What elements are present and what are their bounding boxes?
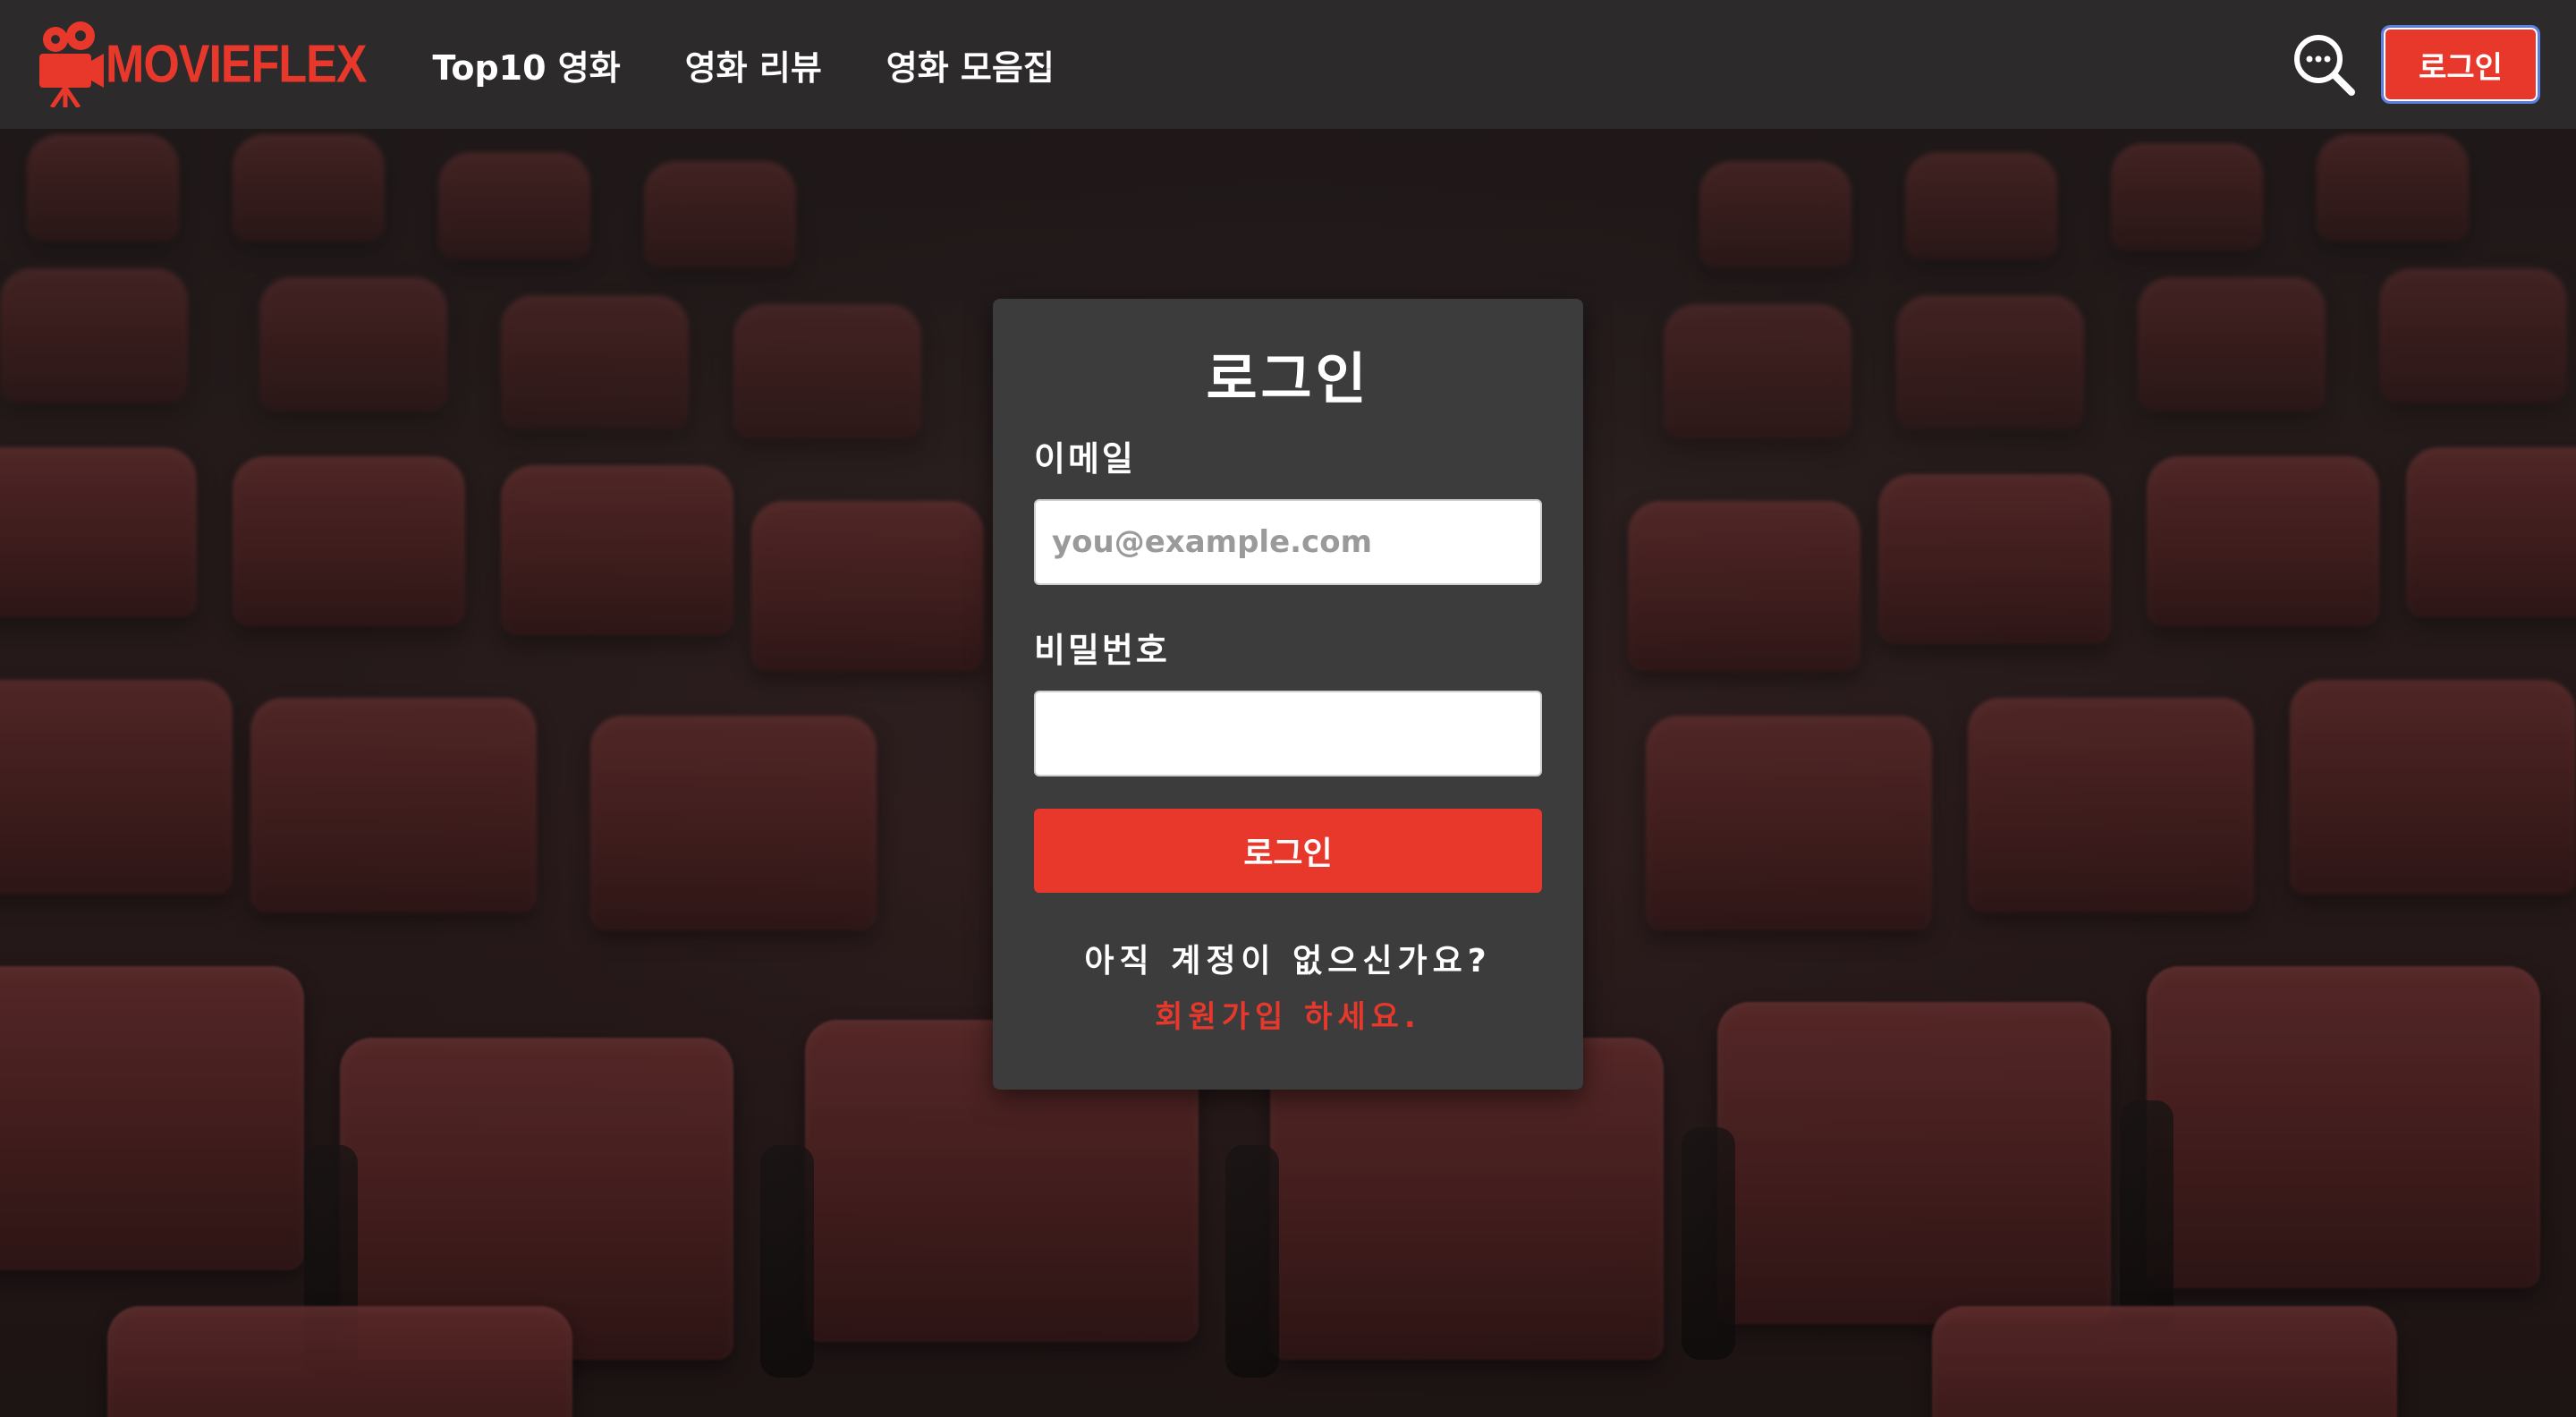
- search-icon: [2294, 35, 2355, 96]
- password-label: 비밀번호: [1034, 631, 1170, 670]
- nav-link-reviews[interactable]: 영화 리뷰: [685, 40, 822, 89]
- search-button[interactable]: [2288, 29, 2360, 100]
- brand-name: MOVIEFLEX: [106, 34, 367, 95]
- header-login-button[interactable]: 로그인: [2381, 25, 2540, 104]
- main-nav: Top10 영화 영화 리뷰 영화 모음집: [432, 40, 1054, 89]
- signup-prompt: 아직 계정이 없으신가요?: [1084, 943, 1492, 980]
- signup-link[interactable]: 회원가입 하세요.: [1034, 995, 1542, 1039]
- top-navbar: MOVIEFLEX Top10 영화 영화 리뷰 영화 모음집 로그인: [0, 0, 2576, 129]
- login-card: 로그인 이메일 비밀번호 로그인 아직 계정이 없으신가요? 회원가입 하세요.: [993, 299, 1583, 1090]
- password-input[interactable]: [1034, 691, 1542, 776]
- header-actions: 로그인: [2288, 25, 2540, 104]
- email-label: 이메일: [1034, 439, 1136, 479]
- brand-logo[interactable]: MOVIEFLEX: [36, 21, 367, 107]
- nav-link-top10[interactable]: Top10 영화: [432, 40, 620, 89]
- movie-camera-icon: [39, 21, 104, 107]
- email-input[interactable]: [1034, 499, 1542, 585]
- login-title: 로그인: [1206, 346, 1370, 412]
- login-submit-button[interactable]: 로그인: [1034, 809, 1542, 893]
- nav-link-collections[interactable]: 영화 모음집: [886, 40, 1055, 89]
